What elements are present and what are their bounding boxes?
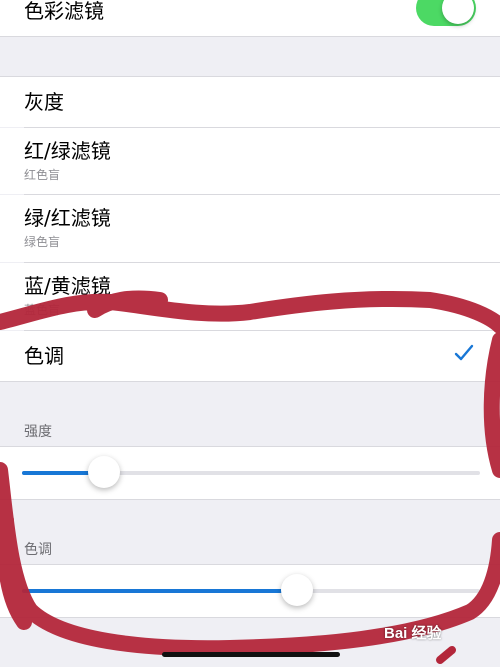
checkmark-icon [454, 344, 474, 366]
filter-option-color-tint[interactable]: 色调 [0, 331, 500, 381]
filter-option-label: 蓝/黄滤镜 [24, 274, 111, 298]
filter-option-blue-yellow[interactable]: 蓝/黄滤镜 蓝色盲 [0, 263, 500, 330]
filter-option-green-red[interactable]: 绿/红滤镜 绿色盲 [0, 195, 500, 262]
hue-slider-row [0, 565, 500, 617]
divider [0, 617, 500, 618]
intensity-slider[interactable] [22, 456, 480, 488]
filter-option-label: 红/绿滤镜 [24, 139, 111, 163]
filter-option-label: 绿/红滤镜 [24, 206, 111, 230]
filter-option-label: 灰度 [24, 90, 64, 114]
home-indicator[interactable] [162, 652, 340, 657]
filter-option-subtitle: 绿色盲 [24, 235, 61, 249]
divider [0, 381, 500, 382]
divider [0, 499, 500, 500]
filter-option-subtitle: 红色盲 [24, 168, 61, 182]
color-filters-label: 色彩滤镜 [24, 0, 104, 23]
color-filters-row[interactable]: 色彩滤镜 [0, 0, 500, 36]
color-filters-toggle[interactable] [416, 0, 476, 26]
hue-slider[interactable] [22, 574, 480, 606]
filter-option-grayscale[interactable]: 灰度 [0, 77, 500, 127]
hue-slider-fill [22, 589, 297, 593]
intensity-section-label: 强度 [24, 424, 52, 440]
filter-option-label: 色调 [24, 344, 64, 368]
filter-option-subtitle: 蓝色盲 [24, 303, 61, 317]
toggle-knob [442, 0, 474, 24]
hue-slider-knob[interactable] [280, 574, 313, 606]
divider [0, 36, 500, 37]
intensity-slider-row [0, 447, 500, 499]
watermark: Bai 经验 [384, 625, 442, 642]
filter-option-red-green[interactable]: 红/绿滤镜 红色盲 [0, 128, 500, 194]
intensity-slider-knob[interactable] [88, 456, 121, 488]
hue-section-label: 色调 [24, 542, 52, 558]
